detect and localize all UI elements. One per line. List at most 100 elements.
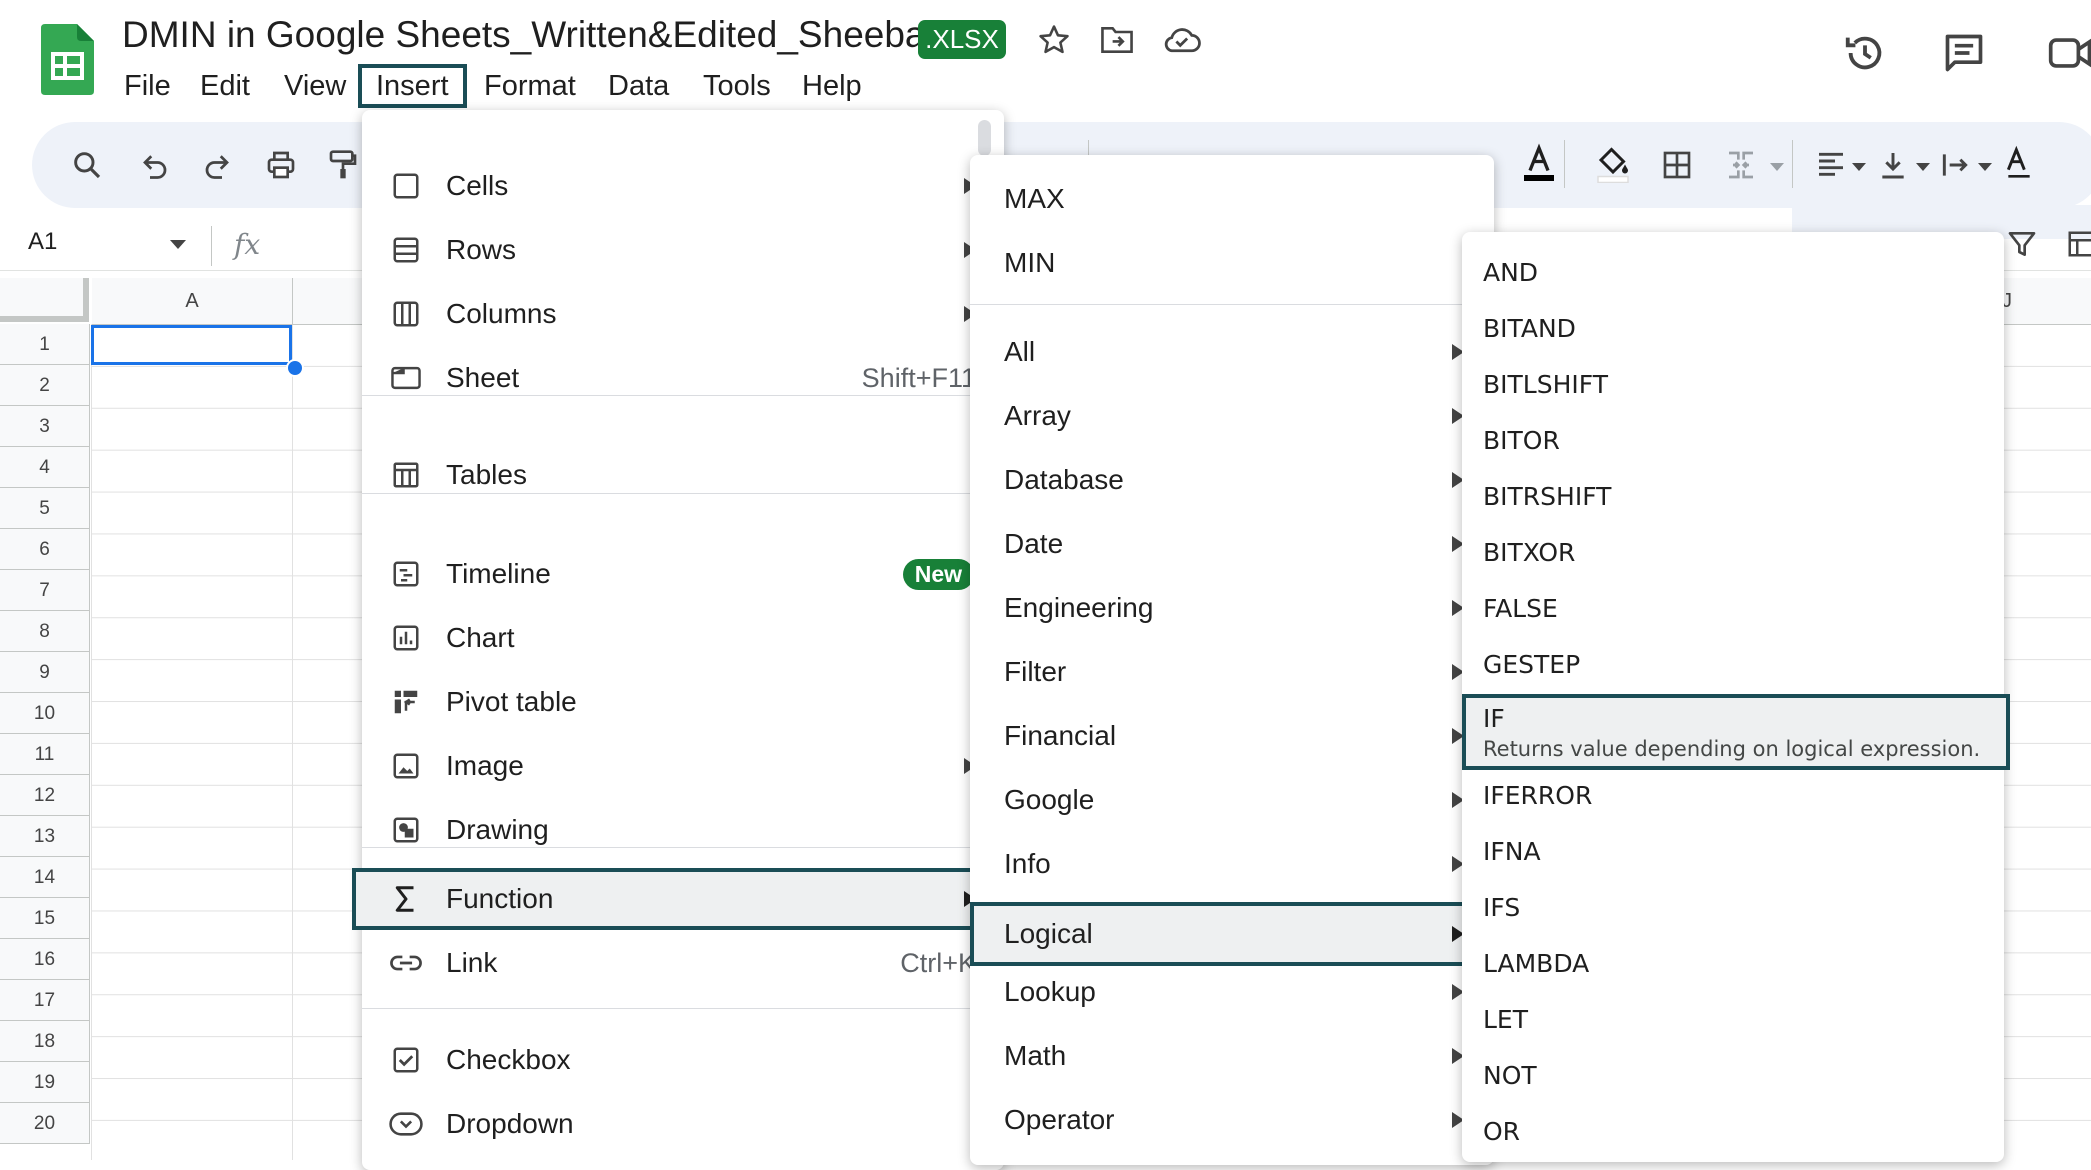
insert-drawing-item[interactable]: Drawing [362,798,1004,862]
cloud-saved-icon[interactable] [1161,20,1201,60]
row-header[interactable]: 19 [0,1062,90,1103]
row-header[interactable]: 10 [0,693,90,734]
row-header[interactable]: 15 [0,898,90,939]
insert-image-item[interactable]: Image [362,734,1004,798]
function-category-logical-item[interactable]: Logical [970,902,1494,966]
function-max-item[interactable]: MAX [970,167,1494,231]
function-category-item[interactable]: Database [970,448,1494,512]
comments-icon[interactable] [1937,26,1991,80]
insert-columns-item[interactable]: Columns [362,282,1004,346]
insert-chart-item[interactable]: Chart [362,606,1004,670]
star-icon[interactable] [1034,20,1074,60]
function-category-item[interactable]: Info [970,832,1494,896]
row-header[interactable]: 6 [0,529,90,570]
name-box[interactable]: A1 [28,228,57,256]
undo-icon[interactable] [134,144,176,186]
insert-pivot-table-item[interactable]: Pivot table [362,670,1004,734]
menu-tools[interactable]: Tools [689,64,785,108]
row-header[interactable]: 11 [0,734,90,775]
merge-dropdown-caret-icon[interactable] [1770,163,1784,171]
selected-cell-a1[interactable] [91,325,292,365]
logical-function-item[interactable]: BITAND [1462,300,2004,356]
menu-format[interactable]: Format [470,64,590,108]
wrap-dropdown-caret-icon[interactable] [1978,163,1992,171]
menu-file[interactable]: File [110,64,185,108]
row-header[interactable]: 14 [0,857,90,898]
insert-tables-item[interactable]: Tables [362,443,1004,507]
logical-function-item[interactable]: BITOR [1462,412,2004,468]
row-header[interactable]: 12 [0,775,90,816]
sheets-logo-icon[interactable] [41,24,94,95]
row-header[interactable]: 2 [0,365,90,406]
function-category-item[interactable]: Operator [970,1088,1494,1152]
function-category-item[interactable]: Engineering [970,576,1494,640]
insert-sheet-item[interactable]: Sheet Shift+F11 [362,346,1004,410]
row-header[interactable]: 4 [0,447,90,488]
column-header-a[interactable]: A [92,278,293,325]
row-header[interactable]: 8 [0,611,90,652]
search-menus-icon[interactable] [66,144,108,186]
align-dropdown-caret-icon[interactable] [1852,163,1866,171]
insert-rows-item[interactable]: Rows [362,218,1004,282]
row-header[interactable]: 20 [0,1103,90,1144]
function-category-item[interactable]: Math [970,1024,1494,1088]
text-color-icon[interactable] [1518,142,1560,184]
paint-format-icon[interactable] [322,144,364,186]
document-title[interactable]: DMIN in Google Sheets_Written&Edited_She… [122,14,926,56]
function-category-item[interactable]: Lookup [970,960,1494,1024]
function-category-item[interactable]: Date [970,512,1494,576]
menu-help[interactable]: Help [788,64,876,108]
select-all-corner[interactable] [0,278,89,322]
row-header[interactable]: 9 [0,652,90,693]
insert-dropdown-item[interactable]: Dropdown [362,1092,1004,1156]
print-icon[interactable] [260,144,302,186]
logical-function-item[interactable]: LET [1462,991,2004,1047]
redo-icon[interactable] [196,144,238,186]
filter-views-icon[interactable] [2066,228,2091,268]
logical-function-item[interactable]: BITRSHIFT [1462,468,2004,524]
logical-function-item[interactable]: FALSE [1462,580,2004,636]
function-category-item[interactable]: Google [970,768,1494,832]
menu-data[interactable]: Data [594,64,683,108]
row-header[interactable]: 17 [0,980,90,1021]
vertical-align-icon[interactable] [1872,144,1914,186]
logical-function-item[interactable]: AND [1462,244,2004,300]
fill-handle[interactable] [286,359,304,377]
logical-function-item[interactable]: IFERROR [1462,767,2004,823]
logical-function-item[interactable]: OR [1462,1103,2004,1159]
move-folder-icon[interactable] [1097,20,1137,60]
name-box-dropdown-icon[interactable] [170,240,186,249]
horizontal-align-icon[interactable] [1810,144,1852,186]
logical-function-item[interactable]: BITLSHIFT [1462,356,2004,412]
logical-function-item[interactable]: BITXOR [1462,524,2004,580]
insert-menu-scrollbar[interactable] [978,120,991,156]
row-header[interactable]: 7 [0,570,90,611]
row-header[interactable]: 1 [0,324,90,365]
logical-function-item[interactable]: NOT [1462,1047,2004,1103]
function-category-item[interactable]: Filter [970,640,1494,704]
insert-cells-item[interactable]: Cells [362,154,1004,218]
fill-color-icon[interactable] [1592,142,1634,184]
text-rotation-icon[interactable] [1998,142,2040,184]
function-min-item[interactable]: MIN [970,231,1494,295]
row-header[interactable]: 3 [0,406,90,447]
function-category-item[interactable]: Financial [970,704,1494,768]
insert-timeline-item[interactable]: Timeline New [362,542,1004,606]
row-header[interactable]: 13 [0,816,90,857]
logical-function-item[interactable]: IFS [1462,879,2004,935]
logical-function-item[interactable]: GESTEP [1462,636,2004,692]
menu-edit[interactable]: Edit [186,64,264,108]
function-category-item[interactable]: All [970,320,1494,384]
logical-function-item[interactable]: LAMBDA [1462,935,2004,991]
file-format-badge[interactable]: .XLSX [918,20,1006,59]
function-category-item[interactable]: Array [970,384,1494,448]
menu-view[interactable]: View [270,64,360,108]
row-header[interactable]: 18 [0,1021,90,1062]
menu-insert[interactable]: Insert [358,64,467,108]
insert-function-item[interactable]: Function [352,868,1004,930]
insert-checkbox-item[interactable]: Checkbox [362,1028,1004,1092]
logical-function-if-item[interactable]: IF Returns value depending on logical ex… [1462,694,2010,770]
borders-icon[interactable] [1656,144,1698,186]
valign-dropdown-caret-icon[interactable] [1916,163,1930,171]
filter-icon[interactable] [2006,228,2046,268]
